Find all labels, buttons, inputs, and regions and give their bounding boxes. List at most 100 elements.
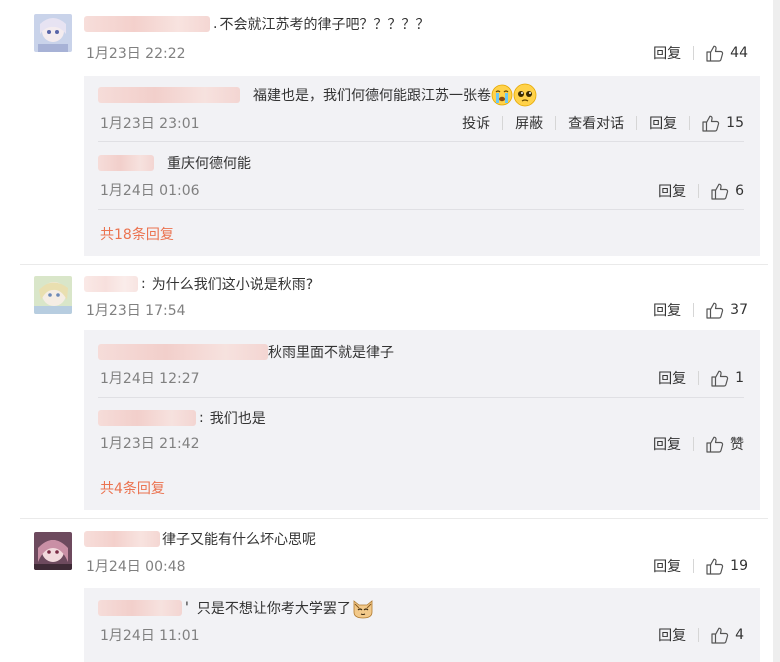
action-divider (689, 116, 691, 130)
reply-time: 1月23日 23:01 (100, 116, 200, 132)
blurred-username[interactable] (98, 87, 240, 103)
reply-actions: 回复 6 (658, 180, 744, 202)
reply-item: 福建也是，我们何德何能跟江苏一张卷 1月23日 23:01 投诉 屏蔽 查看对话… (98, 76, 760, 142)
reply-button[interactable]: 回复 (653, 556, 681, 576)
reply-time: 1月24日 11:01 (100, 628, 200, 644)
blurred-username[interactable] (98, 410, 196, 426)
action-divider (555, 116, 557, 130)
reply-text: 只是不想让你考大学罢了 (196, 601, 351, 617)
reply-item: 秋雨里面不就是律子 1月24日 12:27 回复 1 (98, 330, 760, 398)
comment-time: 1月23日 17:54 (86, 303, 186, 319)
reply-time: 1月23日 21:42 (100, 436, 200, 452)
reply-content: 重庆何德何能 (98, 152, 251, 174)
comment-content: 律子又能有什么坏心思呢 (84, 528, 316, 550)
action-divider (693, 46, 695, 60)
separator: : (199, 410, 204, 426)
like-button[interactable]: 15 (702, 115, 744, 132)
reply-content: ' 只是不想让你考大学罢了 (98, 597, 375, 619)
like-button[interactable]: 44 (706, 45, 748, 62)
like-button[interactable]: 赞 (706, 434, 744, 454)
like-count: 19 (730, 558, 748, 574)
reply-item: ' 只是不想让你考大学罢了 1月24日 11:01 回复 4 (98, 588, 760, 662)
reply-actions: 回复 1 (658, 367, 744, 389)
avatar[interactable] (34, 532, 72, 570)
reply-box: 福建也是，我们何德何能跟江苏一张卷 1月23日 23:01 投诉 屏蔽 查看对话… (84, 76, 760, 256)
action-divider (693, 303, 695, 317)
blurred-username[interactable] (98, 344, 268, 360)
separator: ' (185, 600, 189, 616)
action-divider (636, 116, 638, 130)
more-replies-link[interactable]: 共4条回复 (100, 478, 165, 498)
blurred-username[interactable] (84, 276, 138, 292)
reply-box: ' 只是不想让你考大学罢了 1月24日 11:01 回复 4 (84, 588, 760, 662)
report-button[interactable]: 投诉 (462, 113, 490, 133)
reply-item: 重庆何德何能 1月24日 01:06 回复 6 (98, 142, 760, 210)
action-divider (502, 116, 504, 130)
reply-button[interactable]: 回复 (649, 113, 677, 133)
reply-actions: 回复 赞 (653, 433, 744, 455)
avatar[interactable] (34, 14, 72, 52)
reply-button[interactable]: 回复 (658, 181, 686, 201)
like-button[interactable]: 1 (711, 370, 744, 387)
comment-list: . 不会就江苏考的律子吧？？？？？ 1月23日 22:22 回复 44 福建也是… (0, 0, 780, 662)
blurred-username[interactable] (84, 16, 210, 32)
avatar[interactable] (34, 276, 72, 314)
more-replies-link[interactable]: 共18条回复 (100, 224, 174, 244)
like-button[interactable]: 19 (706, 558, 748, 575)
reply-button[interactable]: 回复 (653, 300, 681, 320)
comment-text: 为什么我们这小说是秋雨? (151, 277, 314, 293)
reply-actions: 投诉 屏蔽 查看对话 回复 15 (462, 112, 744, 134)
thumbs-up-icon (706, 45, 724, 62)
comment-time: 1月24日 00:48 (86, 559, 186, 575)
comment-actions: 回复 19 (653, 555, 748, 577)
pleading-emoji (513, 83, 537, 107)
block-button[interactable]: 屏蔽 (515, 113, 543, 133)
comment-content: . 不会就江苏考的律子吧？？？？？ (84, 13, 429, 35)
reply-time: 1月24日 12:27 (100, 371, 200, 387)
reply-button[interactable]: 回复 (653, 434, 681, 454)
reply-button[interactable]: 回复 (658, 368, 686, 388)
thumbs-up-icon (711, 370, 729, 387)
reply-text: 重庆何德何能 (167, 156, 251, 172)
comment-content: : 为什么我们这小说是秋雨? (84, 273, 313, 295)
thumbs-up-icon (711, 183, 729, 200)
thumbs-up-icon (702, 115, 720, 132)
blurred-username[interactable] (98, 600, 182, 616)
reply-button[interactable]: 回复 (653, 43, 681, 63)
like-button[interactable]: 4 (711, 627, 744, 644)
comment-text: 不会就江苏考的律子吧？？？？？ (219, 17, 430, 33)
like-count: 15 (726, 115, 744, 131)
action-divider (698, 184, 700, 198)
like-count: 1 (735, 370, 744, 386)
comment-actions: 回复 44 (653, 42, 748, 64)
blurred-username[interactable] (84, 531, 160, 547)
thumbs-up-icon (706, 436, 724, 453)
like-count: 44 (730, 45, 748, 61)
like-button[interactable]: 37 (706, 302, 748, 319)
reply-content: 秋雨里面不就是律子 (98, 341, 394, 363)
comment-actions: 回复 37 (653, 299, 748, 321)
thumbs-up-icon (706, 558, 724, 575)
comment-time: 1月23日 22:22 (86, 46, 186, 62)
view-conversation-button[interactable]: 查看对话 (568, 113, 624, 133)
reply-text: 福建也是，我们何德何能跟江苏一张卷 (253, 88, 491, 104)
scrollbar-track[interactable] (773, 0, 780, 662)
reply-item: : 我们也是 1月23日 21:42 回复 赞 (98, 398, 760, 466)
like-count: 4 (735, 627, 744, 643)
reply-text: 秋雨里面不就是律子 (268, 345, 394, 361)
like-button[interactable]: 6 (711, 183, 744, 200)
reply-text: 我们也是 (209, 411, 266, 427)
thumbs-up-icon (706, 302, 724, 319)
separator: . (213, 16, 218, 32)
reply-content: : 我们也是 (98, 407, 266, 429)
like-count: 37 (730, 302, 748, 318)
action-divider (693, 437, 694, 451)
crying-emoji (491, 84, 513, 106)
like-count: 赞 (730, 437, 744, 453)
cat-emoji (353, 600, 373, 619)
reply-button[interactable]: 回复 (658, 625, 686, 645)
thread-divider (20, 518, 768, 519)
thread-divider (20, 264, 768, 265)
blurred-username[interactable] (98, 155, 154, 171)
reply-content: 福建也是，我们何德何能跟江苏一张卷 (98, 83, 537, 107)
